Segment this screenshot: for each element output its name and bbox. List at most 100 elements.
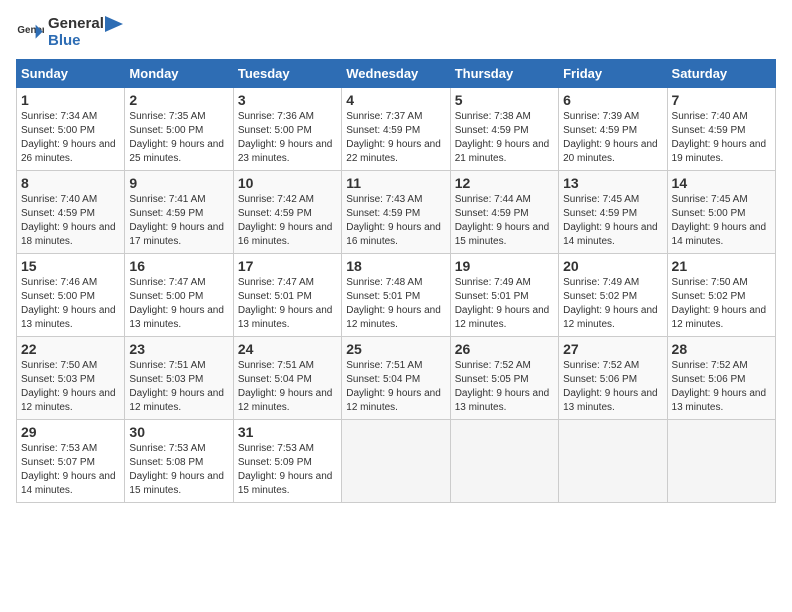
- sunrise: Sunrise: 7:45 AM: [672, 193, 771, 207]
- sunset: Sunset: 4:59 PM: [21, 207, 120, 221]
- daylight: Daylight: 9 hours and 19 minutes.: [672, 138, 771, 166]
- header: General General Blue: [16, 16, 776, 49]
- day-info: Sunrise: 7:43 AM Sunset: 4:59 PM Dayligh…: [346, 193, 445, 249]
- calendar-cell: 14 Sunrise: 7:45 AM Sunset: 5:00 PM Dayl…: [667, 171, 775, 254]
- sunrise: Sunrise: 7:39 AM: [563, 110, 662, 124]
- week-row-5: 29 Sunrise: 7:53 AM Sunset: 5:07 PM Dayl…: [17, 420, 776, 503]
- calendar-cell: 17 Sunrise: 7:47 AM Sunset: 5:01 PM Dayl…: [233, 254, 341, 337]
- daylight: Daylight: 9 hours and 18 minutes.: [21, 221, 120, 249]
- day-number: 11: [346, 175, 445, 191]
- daylight: Daylight: 9 hours and 15 minutes.: [238, 470, 337, 498]
- day-info: Sunrise: 7:40 AM Sunset: 4:59 PM Dayligh…: [672, 110, 771, 166]
- day-number: 10: [238, 175, 337, 191]
- sunset: Sunset: 5:09 PM: [238, 456, 337, 470]
- sunrise: Sunrise: 7:52 AM: [563, 359, 662, 373]
- sunrise: Sunrise: 7:53 AM: [129, 442, 228, 456]
- logo-text-blue: Blue: [48, 33, 124, 50]
- day-info: Sunrise: 7:53 AM Sunset: 5:09 PM Dayligh…: [238, 442, 337, 498]
- calendar-cell: [342, 420, 450, 503]
- day-info: Sunrise: 7:49 AM Sunset: 5:01 PM Dayligh…: [455, 276, 554, 332]
- header-friday: Friday: [559, 60, 667, 88]
- daylight: Daylight: 9 hours and 12 minutes.: [21, 387, 120, 415]
- day-info: Sunrise: 7:38 AM Sunset: 4:59 PM Dayligh…: [455, 110, 554, 166]
- day-info: Sunrise: 7:46 AM Sunset: 5:00 PM Dayligh…: [21, 276, 120, 332]
- day-info: Sunrise: 7:48 AM Sunset: 5:01 PM Dayligh…: [346, 276, 445, 332]
- logo-icon: General: [16, 19, 44, 47]
- day-number: 25: [346, 341, 445, 357]
- sunrise: Sunrise: 7:50 AM: [21, 359, 120, 373]
- sunrise: Sunrise: 7:48 AM: [346, 276, 445, 290]
- day-number: 2: [129, 92, 228, 108]
- sunset: Sunset: 4:59 PM: [346, 124, 445, 138]
- calendar-cell: 6 Sunrise: 7:39 AM Sunset: 4:59 PM Dayli…: [559, 88, 667, 171]
- day-number: 8: [21, 175, 120, 191]
- sunrise: Sunrise: 7:35 AM: [129, 110, 228, 124]
- sunset: Sunset: 5:00 PM: [129, 124, 228, 138]
- day-info: Sunrise: 7:45 AM Sunset: 4:59 PM Dayligh…: [563, 193, 662, 249]
- sunrise: Sunrise: 7:47 AM: [129, 276, 228, 290]
- day-info: Sunrise: 7:39 AM Sunset: 4:59 PM Dayligh…: [563, 110, 662, 166]
- daylight: Daylight: 9 hours and 12 minutes.: [238, 387, 337, 415]
- sunrise: Sunrise: 7:49 AM: [563, 276, 662, 290]
- daylight: Daylight: 9 hours and 13 minutes.: [129, 304, 228, 332]
- sunset: Sunset: 5:00 PM: [238, 124, 337, 138]
- daylight: Daylight: 9 hours and 13 minutes.: [238, 304, 337, 332]
- day-number: 1: [21, 92, 120, 108]
- day-info: Sunrise: 7:52 AM Sunset: 5:06 PM Dayligh…: [563, 359, 662, 415]
- sunset: Sunset: 5:02 PM: [672, 290, 771, 304]
- calendar-cell: 11 Sunrise: 7:43 AM Sunset: 4:59 PM Dayl…: [342, 171, 450, 254]
- daylight: Daylight: 9 hours and 16 minutes.: [346, 221, 445, 249]
- sunset: Sunset: 5:06 PM: [563, 373, 662, 387]
- daylight: Daylight: 9 hours and 22 minutes.: [346, 138, 445, 166]
- calendar-cell: 16 Sunrise: 7:47 AM Sunset: 5:00 PM Dayl…: [125, 254, 233, 337]
- week-row-4: 22 Sunrise: 7:50 AM Sunset: 5:03 PM Dayl…: [17, 337, 776, 420]
- sunrise: Sunrise: 7:40 AM: [672, 110, 771, 124]
- day-info: Sunrise: 7:49 AM Sunset: 5:02 PM Dayligh…: [563, 276, 662, 332]
- daylight: Daylight: 9 hours and 14 minutes.: [563, 221, 662, 249]
- calendar-cell: 4 Sunrise: 7:37 AM Sunset: 4:59 PM Dayli…: [342, 88, 450, 171]
- day-info: Sunrise: 7:47 AM Sunset: 5:00 PM Dayligh…: [129, 276, 228, 332]
- day-info: Sunrise: 7:51 AM Sunset: 5:04 PM Dayligh…: [238, 359, 337, 415]
- daylight: Daylight: 9 hours and 15 minutes.: [129, 470, 228, 498]
- day-info: Sunrise: 7:47 AM Sunset: 5:01 PM Dayligh…: [238, 276, 337, 332]
- day-info: Sunrise: 7:53 AM Sunset: 5:07 PM Dayligh…: [21, 442, 120, 498]
- calendar-cell: 13 Sunrise: 7:45 AM Sunset: 4:59 PM Dayl…: [559, 171, 667, 254]
- day-number: 22: [21, 341, 120, 357]
- day-number: 14: [672, 175, 771, 191]
- daylight: Daylight: 9 hours and 25 minutes.: [129, 138, 228, 166]
- calendar-cell: 22 Sunrise: 7:50 AM Sunset: 5:03 PM Dayl…: [17, 337, 125, 420]
- calendar-cell: 30 Sunrise: 7:53 AM Sunset: 5:08 PM Dayl…: [125, 420, 233, 503]
- week-row-1: 1 Sunrise: 7:34 AM Sunset: 5:00 PM Dayli…: [17, 88, 776, 171]
- calendar-cell: 27 Sunrise: 7:52 AM Sunset: 5:06 PM Dayl…: [559, 337, 667, 420]
- calendar-cell: 9 Sunrise: 7:41 AM Sunset: 4:59 PM Dayli…: [125, 171, 233, 254]
- week-row-3: 15 Sunrise: 7:46 AM Sunset: 5:00 PM Dayl…: [17, 254, 776, 337]
- sunset: Sunset: 4:59 PM: [563, 207, 662, 221]
- day-number: 5: [455, 92, 554, 108]
- sunrise: Sunrise: 7:47 AM: [238, 276, 337, 290]
- day-number: 16: [129, 258, 228, 274]
- sunrise: Sunrise: 7:51 AM: [129, 359, 228, 373]
- day-number: 20: [563, 258, 662, 274]
- day-number: 9: [129, 175, 228, 191]
- day-info: Sunrise: 7:37 AM Sunset: 4:59 PM Dayligh…: [346, 110, 445, 166]
- daylight: Daylight: 9 hours and 12 minutes.: [346, 304, 445, 332]
- sunrise: Sunrise: 7:34 AM: [21, 110, 120, 124]
- day-info: Sunrise: 7:50 AM Sunset: 5:03 PM Dayligh…: [21, 359, 120, 415]
- sunset: Sunset: 4:59 PM: [455, 207, 554, 221]
- day-info: Sunrise: 7:41 AM Sunset: 4:59 PM Dayligh…: [129, 193, 228, 249]
- logo: General General Blue: [16, 16, 124, 49]
- sunset: Sunset: 5:06 PM: [672, 373, 771, 387]
- daylight: Daylight: 9 hours and 14 minutes.: [21, 470, 120, 498]
- calendar-cell: [450, 420, 558, 503]
- daylight: Daylight: 9 hours and 12 minutes.: [346, 387, 445, 415]
- calendar-cell: [559, 420, 667, 503]
- daylight: Daylight: 9 hours and 17 minutes.: [129, 221, 228, 249]
- daylight: Daylight: 9 hours and 16 minutes.: [238, 221, 337, 249]
- calendar-cell: 18 Sunrise: 7:48 AM Sunset: 5:01 PM Dayl…: [342, 254, 450, 337]
- day-number: 31: [238, 424, 337, 440]
- day-number: 26: [455, 341, 554, 357]
- calendar-table: SundayMondayTuesdayWednesdayThursdayFrid…: [16, 59, 776, 503]
- daylight: Daylight: 9 hours and 13 minutes.: [455, 387, 554, 415]
- calendar-cell: 2 Sunrise: 7:35 AM Sunset: 5:00 PM Dayli…: [125, 88, 233, 171]
- calendar-header-row: SundayMondayTuesdayWednesdayThursdayFrid…: [17, 60, 776, 88]
